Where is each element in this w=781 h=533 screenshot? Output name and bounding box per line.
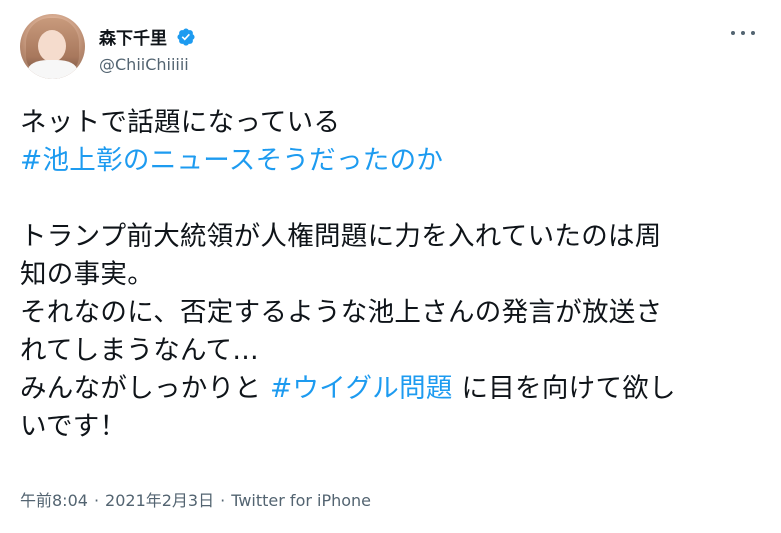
tweet-line: いです！ bbox=[20, 411, 127, 442]
tweet-line: それなのに、否定するような池上さんの発言が放送さ bbox=[20, 297, 663, 328]
tweet-line: ネットで話題になっている bbox=[20, 107, 341, 138]
more-dot bbox=[741, 31, 745, 35]
verified-badge-icon bbox=[177, 27, 195, 46]
tweet-date[interactable]: 2021年2月3日 bbox=[105, 491, 214, 510]
tweet-line: トランプ前大統領が人権問題に力を入れていたのは周 bbox=[20, 221, 662, 252]
tweet-time[interactable]: 午前8:04 bbox=[20, 491, 88, 510]
more-options-button[interactable] bbox=[731, 28, 755, 38]
tweet-line: #池上彰のニュースそうだったのか bbox=[20, 142, 770, 180]
tweet-header: 森下千里 @ChiiChiiiii bbox=[20, 14, 761, 84]
hashtag-link[interactable]: #池上彰のニュースそうだったのか bbox=[20, 145, 443, 176]
user-info: 森下千里 @ChiiChiiiii bbox=[99, 24, 196, 74]
tweet-line: 知の事実。 bbox=[20, 259, 154, 290]
avatar-shirt bbox=[28, 60, 77, 79]
tweet-line: れてしまうなんて… bbox=[20, 335, 260, 366]
tweet-text-segment: みんながしっかりと bbox=[20, 373, 270, 404]
tweet-line: みんながしっかりと #ウイグル問題 に目を向けて欲し bbox=[20, 370, 770, 408]
more-dot bbox=[751, 31, 755, 35]
user-handle[interactable]: @ChiiChiiiii bbox=[99, 55, 196, 74]
more-dot bbox=[731, 31, 735, 35]
tweet-text: ネットで話題になっている #池上彰のニュースそうだったのか トランプ前大統領が人… bbox=[20, 104, 770, 446]
display-name[interactable]: 森下千里 bbox=[99, 24, 167, 49]
hashtag-link[interactable]: #ウイグル問題 bbox=[270, 373, 453, 404]
meta-separator: · bbox=[93, 491, 100, 510]
tweet-card: 森下千里 @ChiiChiiiii ネットで話題になっている #池上彰のニュース… bbox=[0, 0, 781, 533]
avatar[interactable] bbox=[20, 14, 85, 79]
meta-separator: · bbox=[220, 491, 226, 510]
tweet-source[interactable]: Twitter for iPhone bbox=[231, 491, 371, 510]
tweet-text-segment: に目を向けて欲し bbox=[452, 373, 676, 404]
tweet-meta: 午前8:04 · 2021年2月3日 · Twitter for iPhone bbox=[20, 487, 371, 511]
avatar-face bbox=[38, 30, 66, 62]
